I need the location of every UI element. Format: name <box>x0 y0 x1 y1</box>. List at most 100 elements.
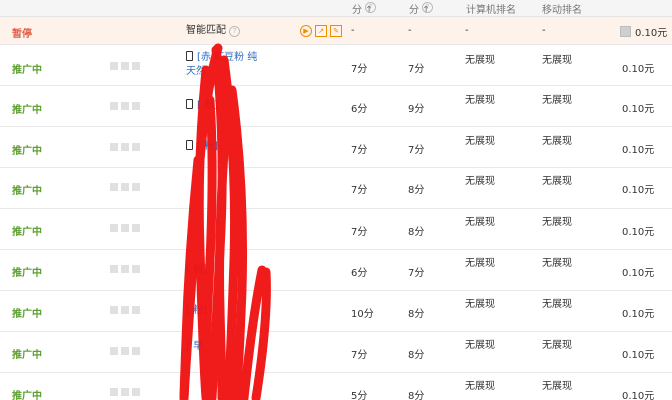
table-row[interactable]: 推广中 [ 粉] 6分 7分 无展现 无展现 0.10元 <box>0 250 672 291</box>
placeholder-blocks <box>110 183 140 191</box>
help-icon: ? <box>229 26 240 37</box>
keyword-label: [ <box>186 386 190 397</box>
status-label[interactable]: 推广中 <box>12 387 42 400</box>
bid-cell[interactable]: 0.10元 <box>622 141 654 156</box>
header-score1[interactable]: 分? ↑ <box>352 1 376 16</box>
help-icon: ? <box>422 2 433 13</box>
score2-cell: 9分 <box>408 104 425 115</box>
mobile-rank-cell: 无展现 <box>542 95 572 106</box>
score1-cell: 7分 <box>351 350 368 361</box>
header-score1-label: 分 <box>352 5 362 16</box>
table-row[interactable]: 推广中 7分 8分 无展现 无展现 0.10元 <box>0 209 672 250</box>
score2-cell: 7分 <box>408 145 425 156</box>
score2-cell: 7分 <box>408 268 425 279</box>
placeholder-blocks <box>110 306 140 314</box>
placeholder-blocks <box>110 347 140 355</box>
keyword-link[interactable]: [ <box>186 385 190 399</box>
score1-cell: 7分 <box>351 185 368 196</box>
mobile-rank-cell: 无展现 <box>542 340 572 351</box>
status-label[interactable]: 推广中 <box>12 142 42 157</box>
score1-cell: 7分 <box>351 64 368 75</box>
bid-value: 0.10元 <box>635 28 668 39</box>
bid-cell[interactable]: 0.10元 <box>622 223 654 238</box>
bid-cell[interactable]: 0.10元 <box>622 60 654 75</box>
score2-cell: 7分 <box>408 64 425 75</box>
keyword-link[interactable]: [ 早 <box>186 340 203 354</box>
placeholder-blocks <box>110 265 140 273</box>
score1-cell: 7分 <box>351 145 368 156</box>
row-tools: ▶ ↗ ✎ <box>300 25 342 37</box>
table-header: 分? ↑ 分? ↑ 计算机排名 移动排名 <box>0 0 672 17</box>
keyword-link[interactable]: [赤 红豆粉 纯 天然 <box>186 51 257 79</box>
keyword-link[interactable]: [ 粉] <box>186 140 218 154</box>
bid-cell[interactable]: 0.10元 <box>622 264 654 279</box>
table-row[interactable]: 推广中 7分 8分 无展现 无展现 0.10元 <box>0 168 672 209</box>
header-pc-rank: 计算机排名 <box>466 5 516 16</box>
pc-rank-cell: - <box>465 25 469 36</box>
trend-chart-icon[interactable]: ↗ <box>315 25 327 37</box>
score1-cell: 5分 <box>351 391 368 400</box>
bid-cell[interactable]: 0.10元 <box>622 181 654 196</box>
table-row[interactable]: 推广中 [ 粉] 10分 8分 无展现 无展现 0.10元 <box>0 291 672 332</box>
keyword-link[interactable]: [ 粉] <box>186 263 207 277</box>
status-label[interactable]: 推广中 <box>12 346 42 361</box>
mobile-rank-cell: 无展现 <box>542 381 572 392</box>
play-icon[interactable]: ▶ <box>300 25 312 37</box>
table-row[interactable]: 暂停 智能匹配? ▶ ↗ ✎ - - - - 0.10元 <box>0 17 672 45</box>
header-score2[interactable]: 分? ↑ <box>409 1 433 16</box>
bid-cell[interactable]: 0.10元 <box>620 24 667 39</box>
status-label[interactable]: 推广中 <box>12 182 42 197</box>
keyword-label-line2: 天然 <box>186 66 206 77</box>
placeholder-blocks <box>110 388 140 396</box>
keyword-label: [ 粉] <box>186 264 207 275</box>
score2-cell: 8分 <box>408 227 425 238</box>
bid-cell[interactable]: 0.10元 <box>622 100 654 115</box>
table-row[interactable]: 推广中 [ 粉] 7分 7分 无展现 无展现 0.10元 <box>0 127 672 168</box>
status-label[interactable]: 推广中 <box>12 264 42 279</box>
keyword-label: 智能匹配 <box>186 25 226 36</box>
pc-rank-cell: 无展现 <box>465 95 495 106</box>
pc-rank-cell: 无展现 <box>465 55 495 66</box>
placeholder-blocks <box>110 143 140 151</box>
keyword-link[interactable]: [ 粉] <box>186 304 207 318</box>
keyword-label: [ 粉] <box>197 141 218 152</box>
pc-rank-cell: 无展现 <box>465 136 495 147</box>
score2-cell: 8分 <box>408 391 425 400</box>
pc-rank-cell: 无展现 <box>465 217 495 228</box>
bid-cell[interactable]: 0.10元 <box>622 346 654 361</box>
table-row[interactable]: 推广中 [ 早 7分 8分 无展现 无展现 0.10元 <box>0 332 672 373</box>
placeholder-blocks <box>110 62 140 70</box>
keyword-table: 分? ↑ 分? ↑ 计算机排名 移动排名 暂停 智能匹配? ▶ ↗ ✎ - - - … <box>0 0 672 400</box>
keyword-label: [ 早 <box>186 341 204 352</box>
mobile-rank-cell: 无展现 <box>542 136 572 147</box>
score2-cell: 8分 <box>408 350 425 361</box>
status-label[interactable]: 推广中 <box>12 101 42 116</box>
table-row[interactable]: 推广中 [ 粉] 6分 9分 无展现 无展现 0.10元 <box>0 86 672 127</box>
phone-icon <box>186 140 193 150</box>
bid-cell[interactable]: 0.10元 <box>622 305 654 320</box>
keyword-label: [ 粉] <box>197 100 218 111</box>
keyword-label: [ 粉] <box>186 305 207 316</box>
table-row[interactable]: 推广中 [赤 红豆粉 纯 天然 7分 7分 无展现 无展现 0.10元 <box>0 45 672 86</box>
pc-rank-cell: 无展现 <box>465 299 495 310</box>
header-mobile-rank: 移动排名 <box>542 5 582 16</box>
status-label[interactable]: 推广中 <box>12 305 42 320</box>
score1-cell: 6分 <box>351 268 368 279</box>
status-label[interactable]: 暂停 <box>12 25 32 40</box>
score1-cell: 6分 <box>351 104 368 115</box>
keyword-label: [赤 红豆粉 纯 <box>197 52 258 63</box>
pc-rank-cell: 无展现 <box>465 381 495 392</box>
table-row[interactable]: 推广中 [ 5分 8分 无展现 无展现 0.10元 <box>0 373 672 400</box>
status-label[interactable]: 推广中 <box>12 61 42 76</box>
mobile-rank-cell: 无展现 <box>542 176 572 187</box>
mobile-rank-cell: - <box>542 25 546 36</box>
score1-cell: 10分 <box>351 309 374 320</box>
score2-cell: 8分 <box>408 309 425 320</box>
keyword-text: 智能匹配? <box>186 24 240 38</box>
mobile-rank-cell: 无展现 <box>542 258 572 269</box>
bid-cell[interactable]: 0.10元 <box>622 387 654 400</box>
edit-icon[interactable]: ✎ <box>330 25 342 37</box>
score1-cell: 7分 <box>351 227 368 238</box>
status-label[interactable]: 推广中 <box>12 223 42 238</box>
keyword-link[interactable]: [ 粉] <box>186 99 218 113</box>
